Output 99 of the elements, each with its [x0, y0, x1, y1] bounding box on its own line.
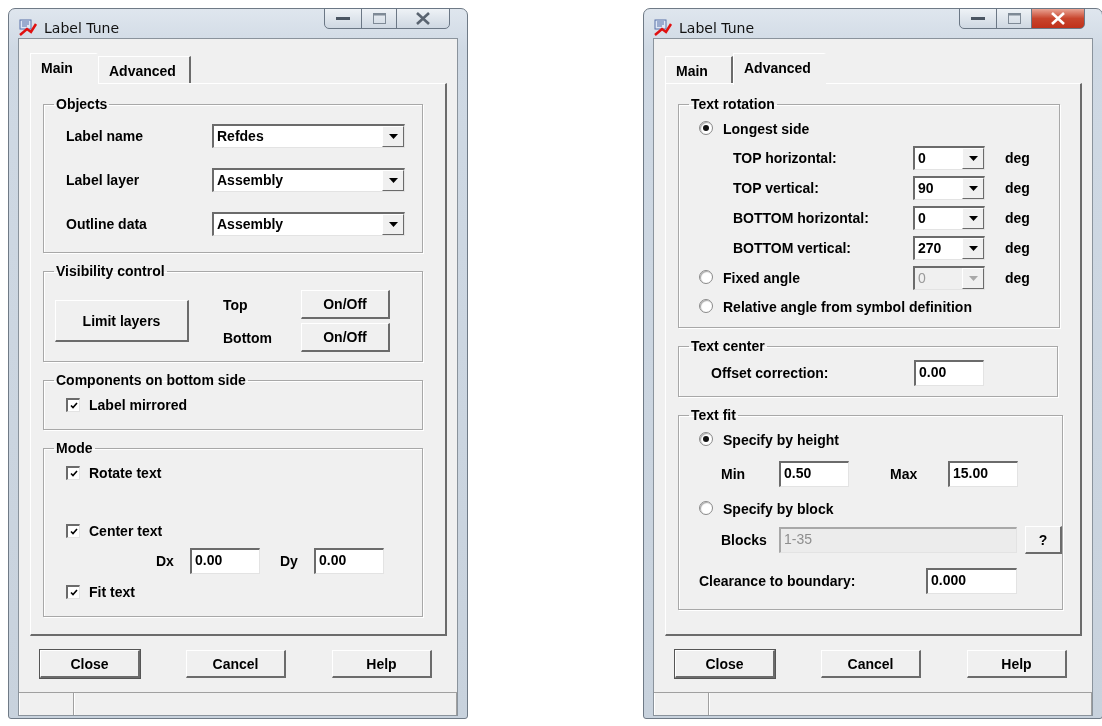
group-title: Text center	[690, 338, 766, 354]
text-input[interactable]: 15.00	[948, 461, 1018, 487]
dialog-button[interactable]: Close	[675, 650, 775, 678]
text-input[interactable]: 0.00	[190, 548, 260, 574]
limit-layers-button[interactable]: Limit layers	[55, 300, 189, 342]
dropdown-arrow-icon	[968, 216, 978, 221]
checkbox-label: Label mirrored	[89, 396, 188, 413]
field-label: Top	[223, 296, 248, 313]
text-input[interactable]: 0.00	[914, 360, 984, 386]
radio-button[interactable]	[699, 431, 713, 446]
dropdown-arrow-icon	[388, 222, 398, 227]
dropdown[interactable]: Assembly	[212, 212, 405, 236]
dropdown[interactable]: 270	[913, 236, 985, 260]
field-label: Dy	[280, 553, 298, 569]
close-icon	[415, 12, 431, 25]
checkmark-icon	[69, 401, 78, 409]
dialog-button[interactable]: Cancel	[821, 650, 921, 678]
dropdown-arrow-icon	[968, 246, 978, 251]
field-label: Label name	[66, 128, 144, 144]
radio-button[interactable]	[699, 120, 713, 135]
tab[interactable]: Advanced	[98, 56, 191, 83]
text-input[interactable]: 0.000	[926, 568, 1017, 594]
checkmark-icon	[69, 527, 78, 535]
radio-label: Specify by height	[723, 431, 839, 448]
close-icon	[1050, 12, 1066, 25]
field-label: TOP vertical:	[733, 180, 819, 196]
group-title: Text fit	[690, 407, 737, 423]
window-title: Label Tune	[44, 20, 119, 36]
checkbox[interactable]	[66, 584, 80, 599]
document-arrow-icon	[653, 18, 673, 38]
close-button[interactable]	[1031, 8, 1085, 29]
minimize-icon	[336, 16, 350, 21]
tab[interactable]: Main	[665, 56, 733, 83]
field-label: Blocks	[721, 532, 767, 548]
group-title: Mode	[55, 440, 94, 456]
dropdown[interactable]: 0	[913, 146, 985, 170]
field-label: BOTTOM vertical:	[733, 240, 851, 256]
checkbox[interactable]	[66, 523, 80, 538]
dropdown-arrow-icon	[968, 275, 978, 281]
field-label: Dx	[156, 553, 174, 569]
maximize-button[interactable]	[361, 8, 397, 29]
field-label: Label layer	[66, 172, 140, 188]
toggle-button[interactable]: On/Off	[301, 290, 390, 319]
minimize-icon	[971, 16, 985, 21]
checkbox-label: Center text	[89, 522, 163, 539]
field-label: TOP horizontal:	[733, 150, 837, 166]
window-title: Label Tune	[679, 20, 754, 36]
field-label: Outline data	[66, 216, 147, 232]
maximize-icon	[372, 13, 386, 24]
tab[interactable]: Main	[30, 53, 98, 85]
checkbox-label: Rotate text	[89, 464, 162, 481]
group-title: Objects	[55, 96, 109, 112]
text-input[interactable]: 0.50	[779, 461, 849, 487]
dropdown[interactable]: Assembly	[212, 168, 405, 192]
unit-label: deg	[1005, 240, 1030, 256]
unit-label: deg	[1005, 180, 1030, 196]
dropdown-arrow-icon	[388, 178, 398, 183]
checkbox[interactable]	[66, 465, 80, 480]
field-label: Offset correction:	[711, 365, 829, 381]
dropdown[interactable]: 0	[913, 206, 985, 230]
dropdown-arrow-icon	[968, 186, 978, 191]
group-title: Visibility control	[55, 263, 166, 279]
maximize-button[interactable]	[996, 8, 1032, 29]
minimize-button[interactable]	[324, 8, 362, 29]
dialog-button[interactable]: Cancel	[186, 650, 286, 678]
unit-label: deg	[1005, 210, 1030, 226]
radio-label: Relative angle from symbol definition	[723, 298, 972, 315]
minimize-button[interactable]	[959, 8, 997, 29]
group-title: Components on bottom side	[55, 372, 247, 388]
dropdown[interactable]: Refdes	[212, 124, 405, 148]
field-label: BOTTOM horizontal:	[733, 210, 869, 226]
dropdown-arrow-icon	[968, 156, 978, 161]
checkbox-label: Fit text	[89, 583, 135, 600]
dialog-button[interactable]: Close	[40, 650, 140, 678]
dropdown-arrow-icon	[388, 134, 398, 139]
dropdown[interactable]: 90	[913, 176, 985, 200]
dialog-button[interactable]: Help	[332, 650, 432, 678]
radio-label: Specify by block	[723, 500, 834, 517]
close-button[interactable]	[396, 8, 450, 29]
group-title: Text rotation	[690, 96, 776, 112]
checkmark-icon	[69, 588, 78, 596]
checkbox[interactable]	[66, 397, 80, 412]
field-label: Bottom	[223, 329, 272, 346]
unit-label: deg	[1005, 269, 1030, 286]
radio-button[interactable]	[699, 298, 713, 313]
toggle-button[interactable]: On/Off	[301, 323, 390, 352]
text-input[interactable]: 0.00	[314, 548, 384, 574]
checkmark-icon	[69, 469, 78, 477]
tab[interactable]: Advanced	[733, 53, 826, 85]
radio-label: Fixed angle	[723, 269, 801, 286]
maximize-icon	[1007, 13, 1021, 24]
radio-button[interactable]	[699, 500, 713, 515]
field-label: Max	[890, 466, 918, 482]
field-label: Min	[721, 466, 746, 482]
document-arrow-icon	[18, 18, 38, 38]
field-label: Clearance to boundary:	[699, 573, 856, 589]
unit-label: deg	[1005, 150, 1030, 166]
dialog-button[interactable]: Help	[967, 650, 1067, 678]
radio-label: Longest side	[723, 120, 810, 137]
